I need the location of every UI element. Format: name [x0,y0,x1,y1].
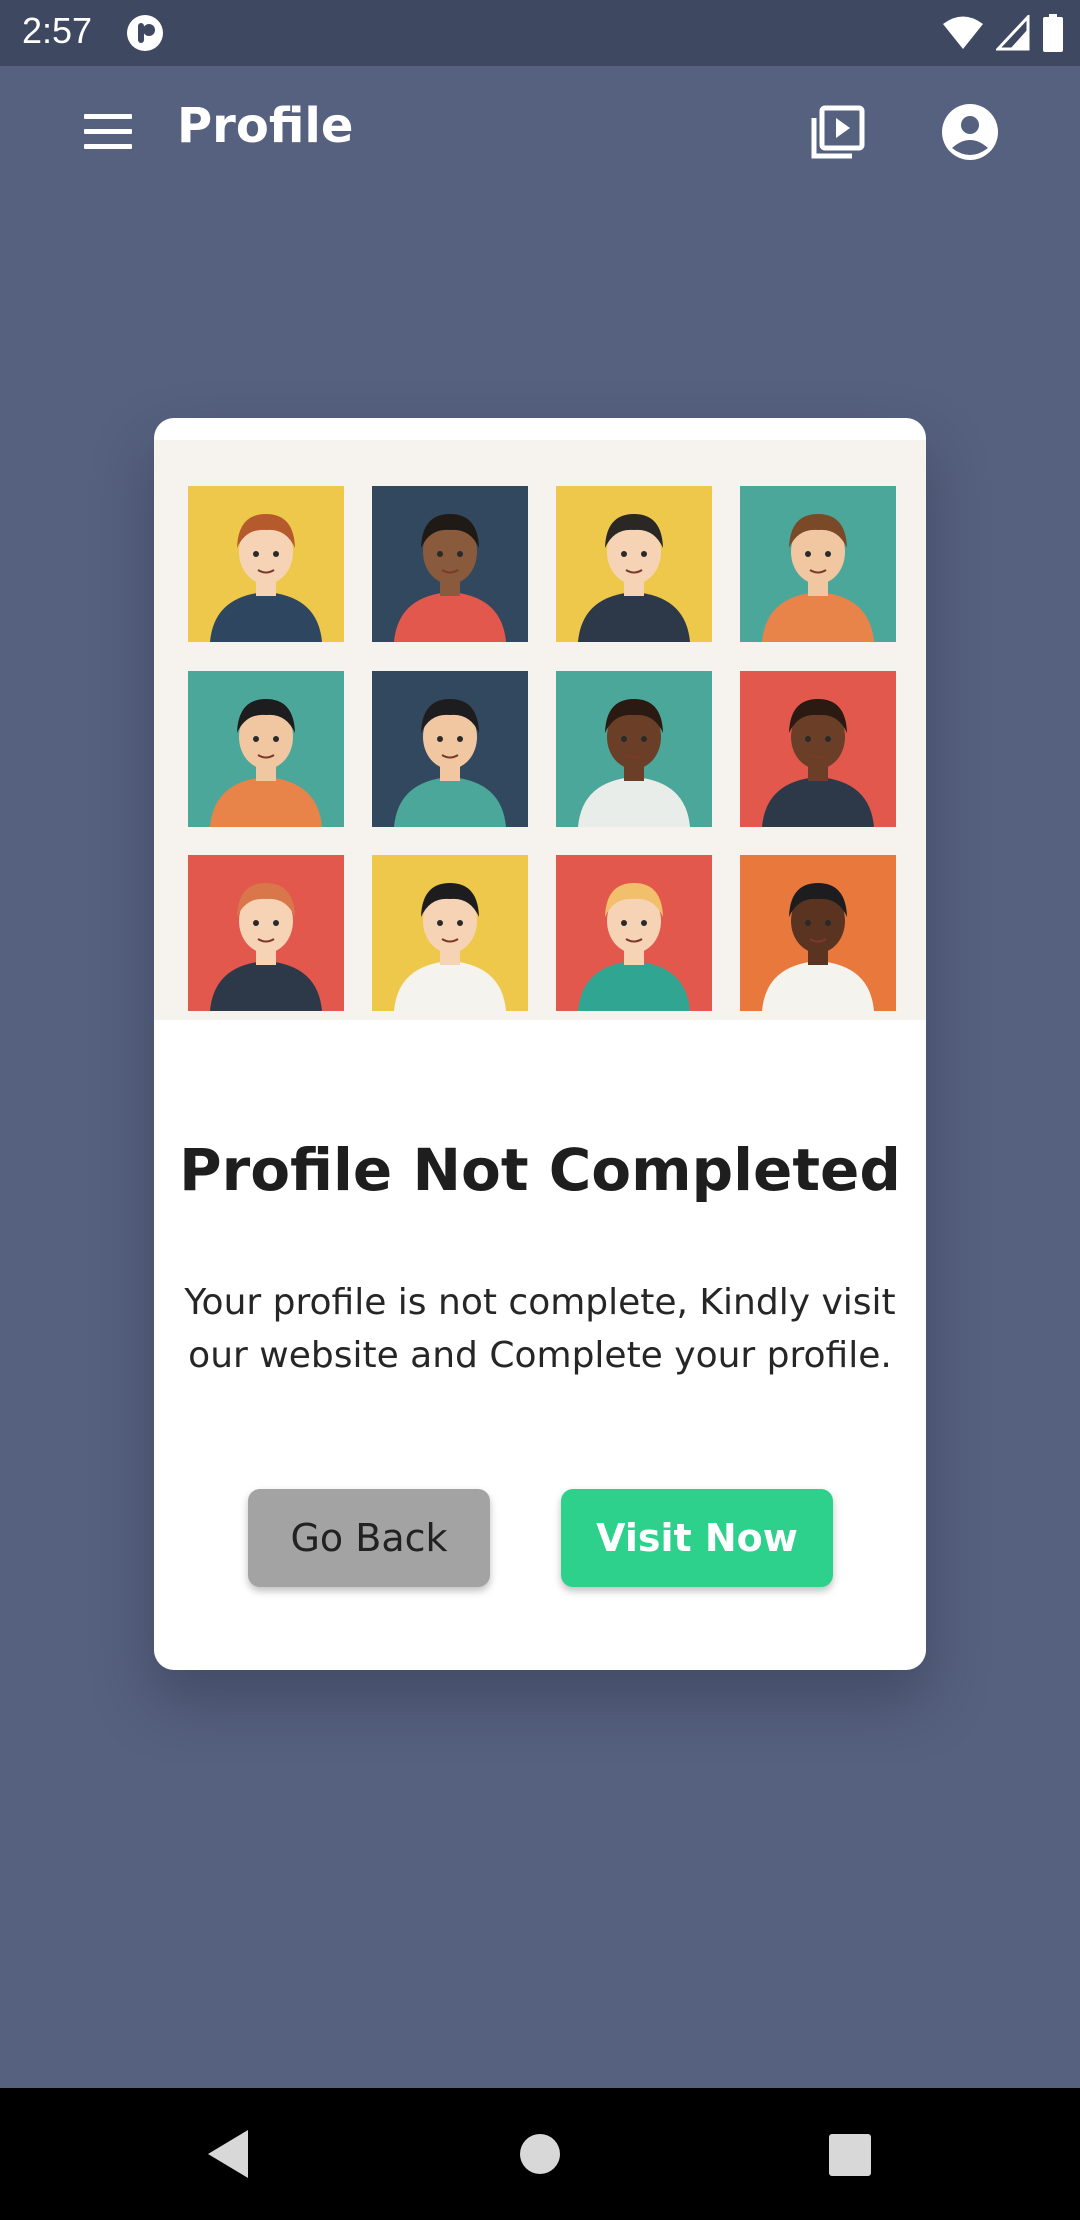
visit-now-button[interactable]: Visit Now [561,1489,833,1587]
menu-icon[interactable] [80,106,136,158]
profile-incomplete-dialog: Profile Not Completed Your profile is no… [154,418,926,1670]
person-avatar-icon [188,855,344,1011]
home-icon[interactable] [520,2134,560,2174]
avatar-tile [556,855,712,1011]
avatar-tile [740,486,896,642]
recents-icon[interactable] [829,2134,871,2176]
person-avatar-icon [372,486,528,642]
avatar-tile [556,486,712,642]
app-notification-icon [127,15,163,51]
back-icon[interactable] [204,2128,252,2180]
dialog-message: Your profile is not complete, Kindly vis… [184,1282,896,1376]
person-avatar-icon [740,486,896,642]
avatar-tile [740,855,896,1011]
dialog-title: Profile Not Completed [179,1136,901,1204]
avatar-tile [372,671,528,827]
battery-icon [1043,14,1063,52]
avatar-tile [188,486,344,642]
avatar-tile [188,671,344,827]
person-avatar-icon [556,855,712,1011]
person-avatar-icon [740,855,896,1011]
wifi-icon [943,16,983,49]
go-back-button[interactable]: Go Back [248,1489,490,1587]
person-avatar-icon [188,671,344,827]
avatar-tile [740,671,896,827]
person-avatar-icon [556,671,712,827]
video-library-icon[interactable] [806,102,868,164]
page-title: Profile [177,98,354,154]
avatar-tile [372,486,528,642]
person-avatar-icon [556,486,712,642]
person-avatar-icon [372,671,528,827]
status-bar: 2:57 [0,0,1080,66]
avatar-tile [188,855,344,1011]
status-time: 2:57 [22,10,93,51]
status-icons [942,12,1064,54]
avatar-tile [372,855,528,1011]
professions-illustration [154,440,926,1020]
signal-icon [996,15,1030,51]
app-bar: Profile [0,66,1080,198]
avatar-tile [556,671,712,827]
navigation-bar [0,2088,1080,2220]
person-avatar-icon [188,486,344,642]
person-avatar-icon [740,671,896,827]
account-circle-icon[interactable] [940,102,1000,162]
person-avatar-icon [372,855,528,1011]
